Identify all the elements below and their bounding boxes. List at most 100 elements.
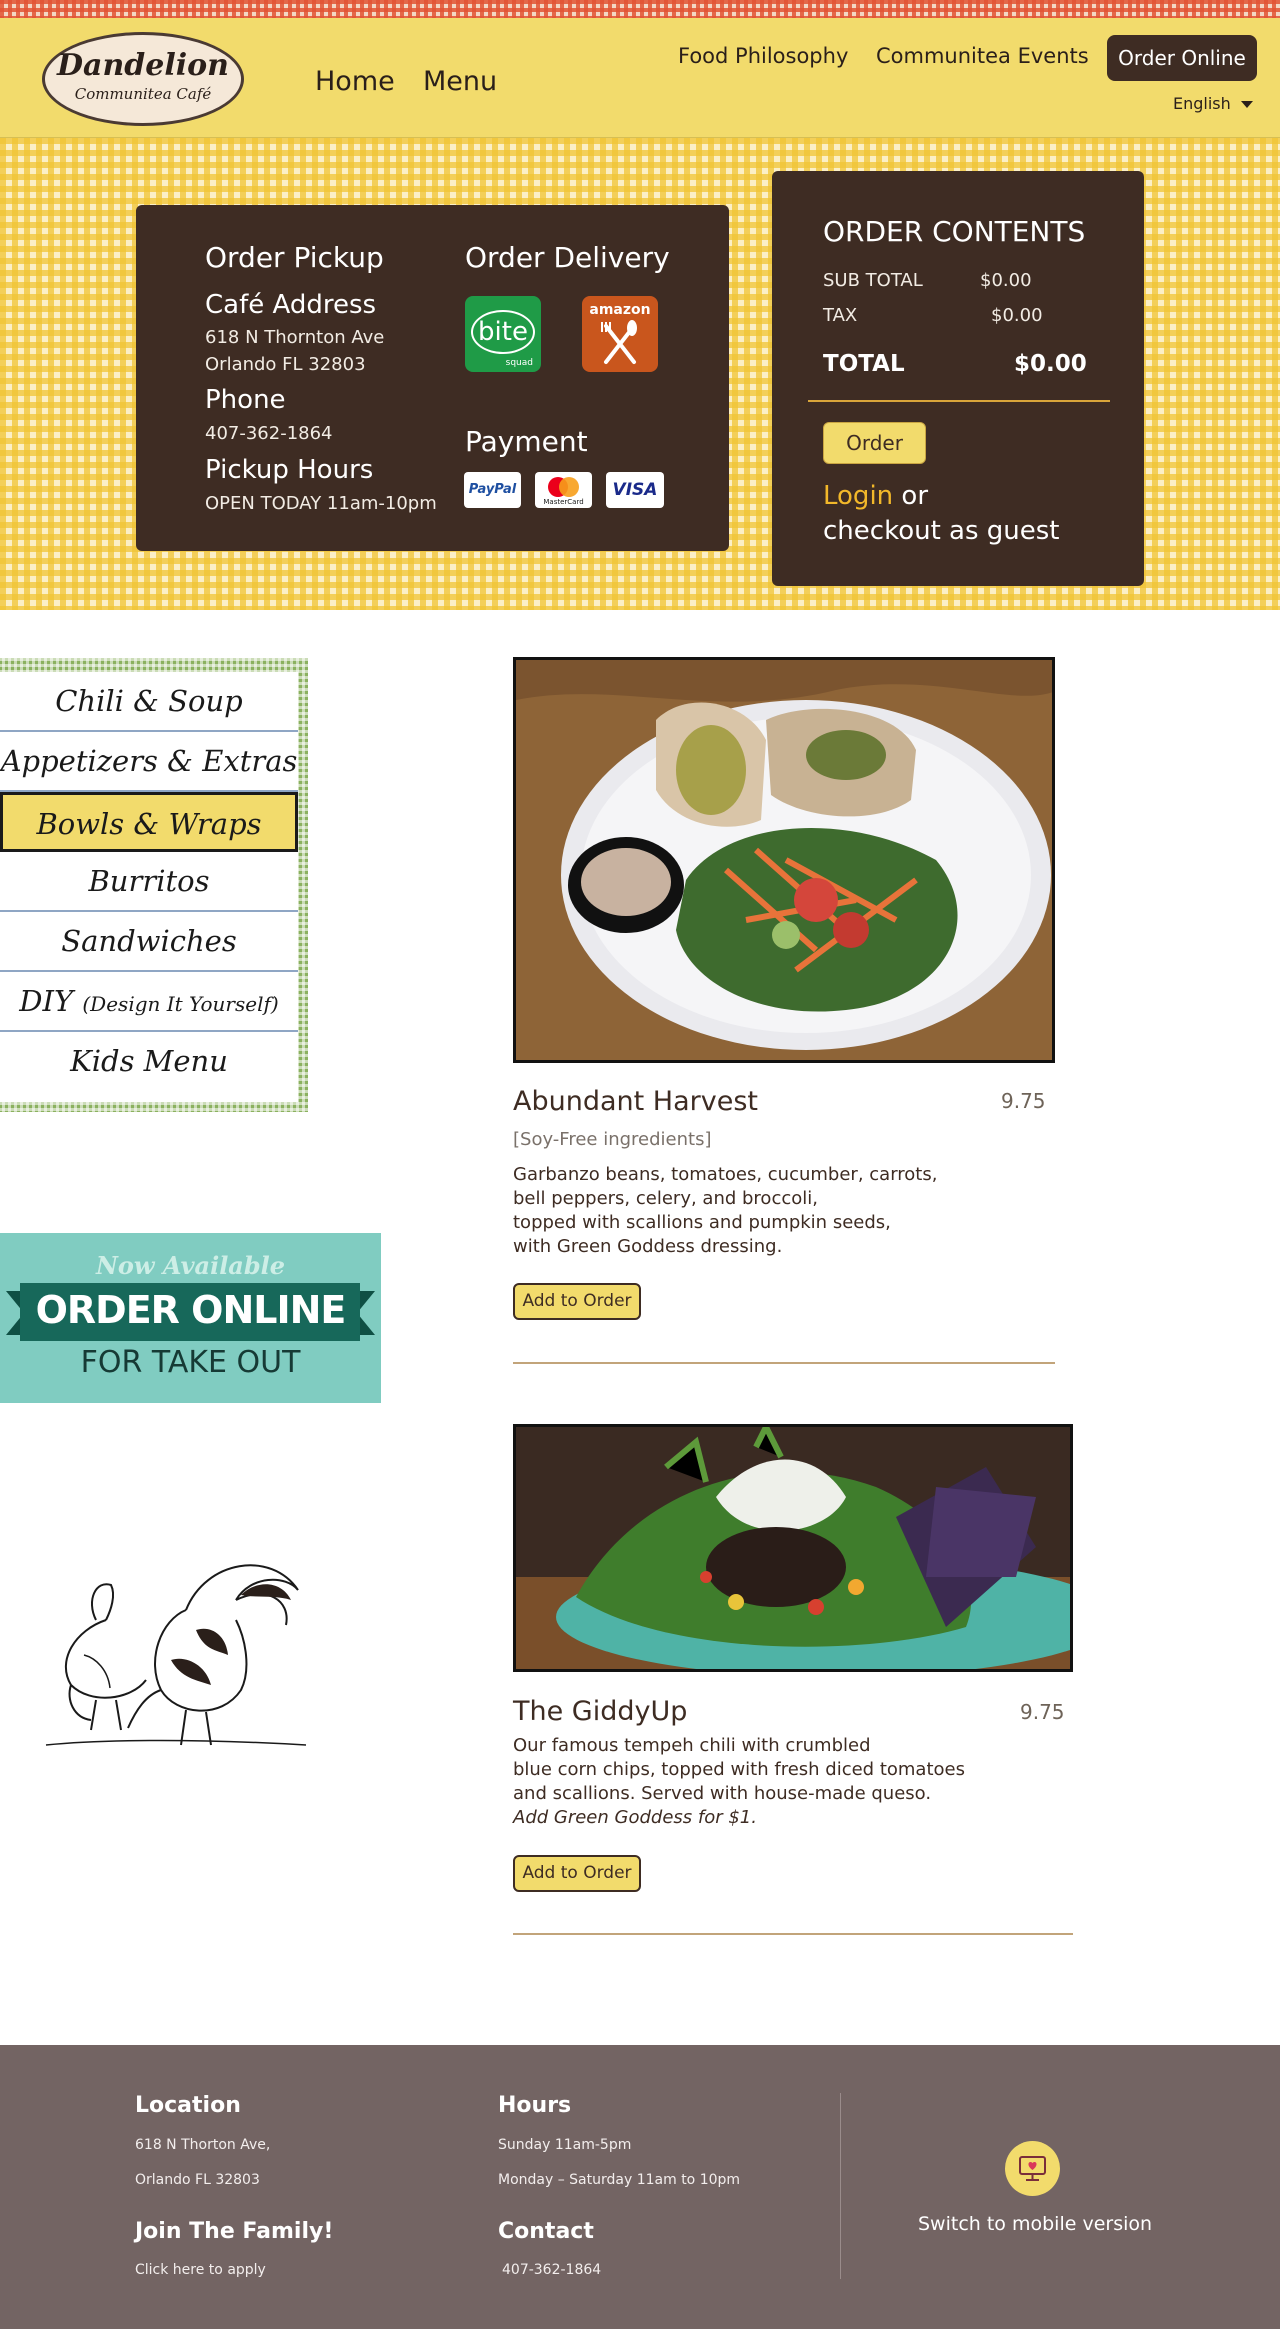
address-line1: 618 N Thornton Ave — [205, 327, 385, 348]
promo-top-text: Now Available — [95, 1251, 286, 1280]
category-label: DIY — [19, 984, 74, 1018]
language-label: English — [1173, 94, 1231, 113]
item-divider — [513, 1362, 1055, 1364]
promo-bottom-text: FOR TAKE OUT — [80, 1345, 301, 1380]
site-logo[interactable]: Dandelion Communitea Café — [42, 32, 244, 126]
nav-menu-link[interactable]: Menu — [423, 66, 497, 97]
item-price: 9.75 — [1020, 1700, 1065, 1724]
promo-main-text: ORDER ONLINE — [35, 1288, 347, 1332]
category-list: Chili & Soup Appetizers & Extras Bowls &… — [0, 672, 298, 1102]
item-description-line: bell peppers, celery, and broccoli, — [513, 1188, 818, 1209]
item-note: [Soy-Free ingredients] — [513, 1129, 712, 1150]
nav-communitea-events-link[interactable]: Communitea Events — [876, 44, 1089, 68]
login-link[interactable]: Login — [823, 481, 893, 511]
footer-hours-title: Hours — [498, 2093, 572, 2118]
mastercard-icon: MasterCard — [535, 472, 592, 508]
add-to-order-button[interactable]: Add to Order — [513, 1283, 641, 1320]
footer-contact-phone[interactable]: 407-362-1864 — [502, 2262, 601, 2278]
category-label: Burritos — [88, 864, 210, 898]
nav-food-philosophy-link[interactable]: Food Philosophy — [678, 44, 848, 68]
bite-squad-wordmark: bite — [471, 310, 535, 354]
footer-contact-title: Contact — [498, 2219, 594, 2244]
top-checker-strip — [0, 0, 1280, 18]
category-menu: Chili & Soup Appetizers & Extras Bowls &… — [0, 658, 308, 1112]
order-online-promo[interactable]: Now Available ORDER ONLINE FOR TAKE OUT — [0, 1233, 381, 1403]
chevron-down-icon — [1240, 101, 1253, 108]
paypal-icon: PayPal — [464, 472, 521, 508]
tax-value: $0.00 — [991, 305, 1043, 326]
or-text: or — [901, 481, 929, 511]
category-chili-soup[interactable]: Chili & Soup — [0, 672, 298, 732]
item-description-italic: Add Green Goddess for $1. — [513, 1807, 757, 1828]
checkout-as-guest-link[interactable]: checkout as guest — [823, 516, 1060, 546]
item-description-line: blue corn chips, topped with fresh diced… — [513, 1759, 965, 1780]
site-header: Dandelion Communitea Café Home Menu Food… — [0, 18, 1280, 138]
category-bowls-wraps[interactable]: Bowls & Wraps — [0, 792, 298, 852]
footer-hours-line2: Monday – Saturday 11am to 10pm — [498, 2172, 741, 2188]
order-online-button[interactable]: Order Online — [1107, 35, 1257, 81]
footer-join-link[interactable]: Click here to apply — [135, 2262, 266, 2278]
mastercard-label: MasterCard — [543, 498, 583, 506]
mobile-switch-icon[interactable] — [1005, 2141, 1060, 2196]
order-info-panel: Order Pickup Café Address 618 N Thornton… — [136, 205, 729, 551]
item-description-line: Our famous tempeh chili with crumbled — [513, 1735, 871, 1756]
tax-label: TAX — [823, 305, 858, 326]
category-burritos[interactable]: Burritos — [0, 852, 298, 912]
order-button[interactable]: Order — [823, 422, 926, 464]
visa-icon: VISA — [606, 472, 664, 508]
pickup-hours: OPEN TODAY 11am-10pm — [205, 493, 437, 514]
add-to-order-button[interactable]: Add to Order — [513, 1855, 641, 1892]
footer-hours-line1: Sunday 11am-5pm — [498, 2137, 632, 2153]
nav-home-link[interactable]: Home — [315, 66, 395, 97]
giddyup-photo — [513, 1424, 1073, 1672]
item-description-line: with Green Goddess dressing. — [513, 1236, 783, 1257]
item-price: 9.75 — [1001, 1089, 1046, 1113]
subtotal-value: $0.00 — [980, 270, 1032, 291]
bite-squad-sub: squad — [505, 358, 533, 368]
total-value: $0.00 — [1014, 351, 1087, 377]
chili-salad-plate-image — [516, 1427, 1070, 1669]
item-divider — [513, 1933, 1073, 1935]
category-sublabel: (Design It Yourself) — [82, 992, 279, 1016]
logo-subtitle: Communitea Café — [74, 85, 212, 103]
category-diy[interactable]: DIY (Design It Yourself) — [0, 972, 298, 1032]
bite-squad-icon[interactable]: bite squad — [465, 296, 541, 372]
subtotal-label: SUB TOTAL — [823, 270, 923, 291]
footer-divider — [840, 2093, 841, 2279]
order-contents-title: ORDER CONTENTS — [823, 215, 1086, 248]
item-description-line: Garbanzo beans, tomatoes, cucumber, carr… — [513, 1164, 938, 1185]
delivery-title: Order Delivery — [465, 241, 670, 274]
item-description: Our famous tempeh chili with crumbled bl… — [513, 1734, 965, 1830]
phone-number[interactable]: 407-362-1864 — [205, 423, 333, 444]
logo-title: Dandelion — [57, 48, 229, 83]
category-label: Bowls & Wraps — [36, 807, 262, 841]
monitor-heart-icon — [1019, 2156, 1046, 2181]
order-contents-divider — [808, 400, 1110, 402]
amazon-restaurants-icon[interactable]: amazon — [582, 296, 658, 372]
footer-location-title: Location — [135, 2093, 241, 2118]
phone-title: Phone — [205, 385, 286, 415]
item-description: Garbanzo beans, tomatoes, cucumber, carr… — [513, 1163, 937, 1259]
language-select[interactable]: English — [1173, 94, 1253, 113]
item-description-line: and scallions. Served with house-made qu… — [513, 1783, 932, 1804]
order-contents-panel: ORDER CONTENTS SUB TOTAL $0.00 TAX $0.00… — [772, 171, 1144, 586]
item-name: The GiddyUp — [513, 1696, 688, 1727]
category-label: Chili & Soup — [55, 684, 243, 718]
abundant-harvest-photo — [513, 657, 1055, 1063]
fork-knife-icon — [601, 320, 637, 364]
category-kids-menu[interactable]: Kids Menu — [0, 1032, 298, 1092]
wrap-salad-plate-image — [516, 660, 1052, 1060]
item-name: Abundant Harvest — [513, 1086, 758, 1117]
category-appetizers-extras[interactable]: Appetizers & Extras — [0, 732, 298, 792]
mastercard-circles: MasterCard — [543, 477, 584, 506]
category-sandwiches[interactable]: Sandwiches — [0, 912, 298, 972]
address-line2: Orlando FL 32803 — [205, 354, 366, 375]
switch-to-mobile-link[interactable]: Switch to mobile version — [918, 2213, 1152, 2235]
item-description-line: topped with scallions and pumpkin seeds, — [513, 1212, 891, 1233]
pickup-title: Order Pickup — [205, 241, 384, 274]
category-label: Kids Menu — [70, 1044, 228, 1078]
rooster-illustration — [45, 1564, 307, 1746]
login-line: Login or — [823, 481, 928, 511]
site-footer: Location 618 N Thorton Ave, Orlando FL 3… — [0, 2045, 1280, 2329]
payment-title: Payment — [465, 425, 588, 458]
